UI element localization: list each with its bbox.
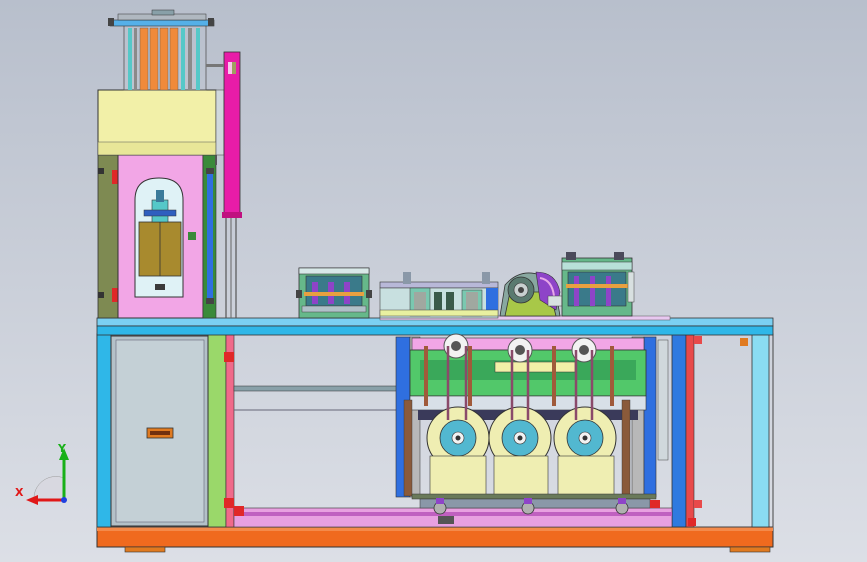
- top-motor-bearing: [499, 271, 563, 317]
- triad-z-axis: [61, 497, 67, 503]
- left-tower: [97, 9, 225, 319]
- machine-base: [96, 526, 774, 553]
- triad-x-label: X: [15, 486, 24, 499]
- electrical-cabinet: [110, 335, 209, 527]
- top-fixture-right: [561, 252, 635, 317]
- cad-viewport[interactable]: X Y: [0, 0, 867, 562]
- triad-y-label: Y: [58, 442, 66, 455]
- coordinate-triad: [26, 448, 69, 505]
- table-top: [96, 315, 774, 336]
- machine-assembly-drawing: [26, 9, 774, 553]
- top-feeder-middle: [379, 272, 499, 319]
- top-fixture-left: [296, 267, 372, 319]
